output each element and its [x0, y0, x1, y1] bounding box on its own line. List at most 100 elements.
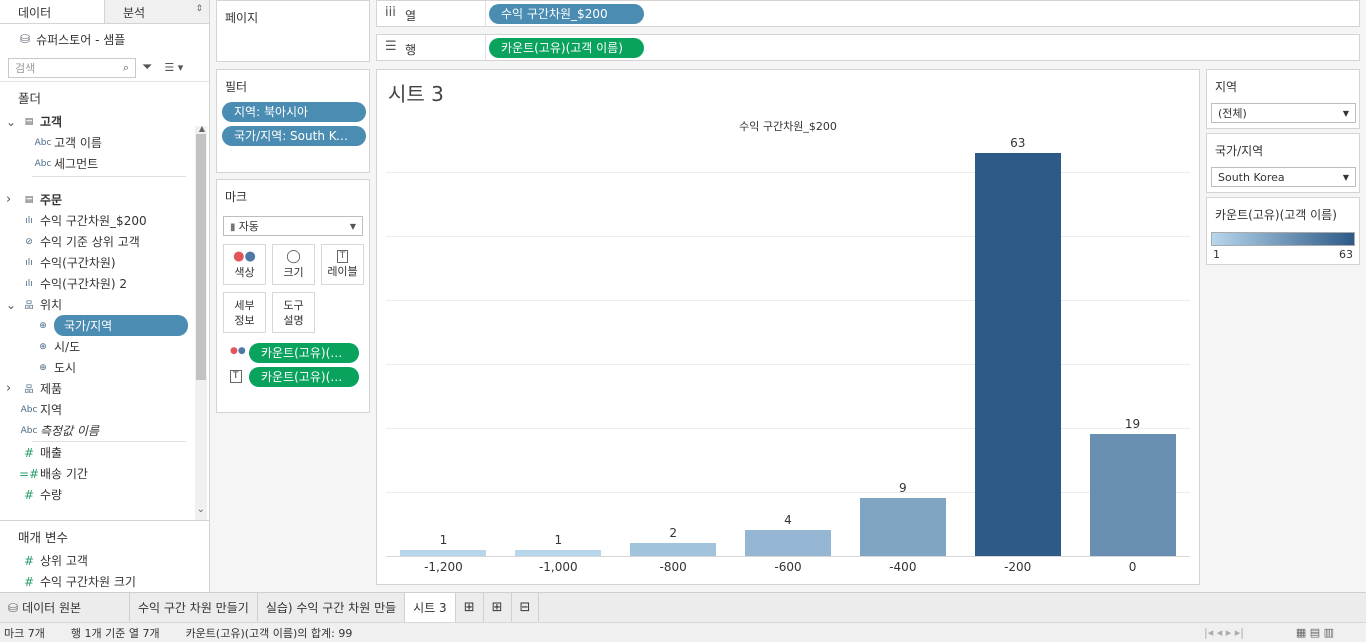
rows-icon: ☰ — [385, 39, 397, 54]
mark-type-dropdown[interactable]: ▮ 자동 ▼ — [223, 216, 363, 236]
chevron-right-icon[interactable]: › — [6, 192, 18, 207]
columns-pill[interactable]: 수익 구간차원_$200 — [489, 4, 644, 24]
new-dashboard-icon[interactable]: ⊞ — [484, 592, 512, 623]
field-item[interactable]: ılı 수익 구간차원_$200 — [0, 210, 190, 231]
field-item[interactable]: Abc 세그먼트 — [0, 153, 190, 174]
field-item[interactable]: › 品 제품 — [0, 378, 190, 399]
field-item[interactable]: ⊕ 도시 — [0, 357, 190, 378]
tab-data[interactable]: 데이터 — [0, 0, 105, 23]
tooltip-label: 도구 설명 — [283, 298, 304, 327]
folders-title: 폴더 — [18, 91, 42, 106]
tab-sheet[interactable]: 수익 구간 차원 만들기 — [130, 592, 258, 623]
field-label: 수익 구간차원_$200 — [40, 214, 147, 228]
new-worksheet-icon[interactable]: ⊞ — [456, 592, 484, 623]
chevron-right-icon[interactable]: › — [6, 381, 18, 396]
chevron-down-icon: ▼ — [1342, 172, 1349, 182]
label-button[interactable]: T 레이블 — [321, 244, 364, 285]
field-item[interactable]: ⊘ 수익 기준 상위 고객 — [0, 231, 190, 252]
datasource-row[interactable]: ⛁ 슈퍼스토어 - 샘플 — [0, 24, 209, 54]
x-tick-label: -1,000 — [538, 560, 578, 574]
tab-analysis[interactable]: 분석 ⇕ — [105, 0, 209, 23]
chart-bar[interactable] — [974, 152, 1061, 556]
field-item[interactable]: ılı 수익(구간차원) 2 — [0, 273, 190, 294]
field-item[interactable]: › ▤ 주문 — [0, 189, 190, 210]
country-filter-dropdown[interactable]: South Korea ▼ — [1211, 167, 1356, 187]
chevron-down-icon[interactable]: ⌄ — [6, 298, 18, 312]
datasource-tab-label: 데이터 원본 — [22, 601, 82, 615]
field-label: 배송 기간 — [40, 467, 88, 481]
parameter-item[interactable]: # 상위 고객 — [0, 550, 209, 571]
field-label: 위치 — [40, 298, 63, 312]
scroll-down-icon[interactable]: ⌄ — [197, 504, 205, 515]
field-label: 국가/지역 — [54, 315, 188, 336]
chart-bar[interactable] — [859, 498, 946, 556]
hierarchy-icon: 品 — [24, 385, 34, 395]
field-item[interactable]: Abc 지역 — [0, 399, 190, 420]
field-item[interactable]: ⌄ ▤ 고객 — [0, 111, 190, 132]
measure-icon: # — [23, 445, 35, 460]
search-icon: ⌕ — [122, 60, 129, 74]
pages-card: 페이지 — [216, 0, 370, 62]
detail-label: 세부 정보 — [234, 298, 255, 327]
scroll-up-icon[interactable]: ▲ — [199, 124, 205, 133]
color-button[interactable]: ●● 색상 — [223, 244, 266, 285]
chevron-down-icon[interactable]: ⌄ — [6, 115, 18, 129]
search-row: 검색 ⌕ ⏷ ☰ ▾ — [0, 54, 209, 82]
tab-sheet[interactable]: 실습) 수익 구간 차원 만들 — [258, 592, 406, 623]
field-item[interactable]: Abc 고객 이름 — [0, 132, 190, 153]
color-legend-card: 카운트(고유)(고객 이름) 1 63 — [1206, 197, 1360, 265]
color-gradient-bar — [1211, 232, 1355, 246]
field-item[interactable]: ⊕ 시/도 — [0, 336, 190, 357]
sheet-nav-icon[interactable]: |◂ ◂ ▸ ▸| — [1204, 626, 1244, 639]
filter-pill[interactable]: 국가/지역: South Kor.. — [222, 126, 366, 146]
field-label: 수량 — [40, 488, 63, 502]
rows-shelf: ☰ 행 카운트(고유)(고객 이름) — [376, 34, 1360, 61]
param-list: # 상위 고객 # 수익 구간차원 크기 — [0, 550, 209, 592]
country-filter-value: South Korea — [1218, 170, 1285, 184]
color-mark-pill[interactable]: 카운트(고유)(고.. — [249, 343, 359, 363]
view-list-icon[interactable]: ☰ ▾ — [164, 61, 183, 74]
color-icon: ●● — [233, 249, 256, 264]
scrollbar-thumb[interactable] — [196, 134, 206, 380]
parameter-item[interactable]: # 수익 구간차원 크기 — [0, 571, 209, 592]
filter-icon[interactable]: ⏷ — [142, 60, 152, 75]
pages-title: 페이지 — [225, 11, 259, 25]
chart-bar[interactable] — [630, 543, 717, 556]
params-title: 매개 변수 — [18, 530, 68, 545]
search-input[interactable]: 검색 ⌕ — [8, 57, 136, 78]
sheet-title[interactable]: 시트 3 — [388, 78, 444, 107]
field-label: 측정값 이름 — [40, 424, 100, 438]
chart-bar[interactable] — [745, 530, 831, 556]
field-item[interactable]: ılı 수익(구간차원) — [0, 252, 190, 273]
tab-datasource[interactable]: ⛁ 데이터 원본 — [0, 592, 130, 623]
tooltip-button[interactable]: 도구 설명 — [272, 292, 315, 333]
label-icon: T — [230, 370, 242, 383]
field-item[interactable]: # 수량 — [0, 484, 190, 505]
view-mode-icon[interactable]: ▦ ▤ ▥ — [1296, 626, 1334, 639]
field-item[interactable]: ⌄ 品 위치 — [0, 294, 190, 315]
rows-pill[interactable]: 카운트(고유)(고객 이름) — [489, 38, 644, 58]
field-label: 수익 기준 상위 고객 — [40, 235, 140, 249]
size-icon: ◯ — [286, 249, 301, 264]
field-item[interactable]: =# 배송 기간 — [0, 463, 190, 484]
tab-sheet-active[interactable]: 시트 3 — [405, 592, 456, 623]
chevron-down-icon: ▼ — [349, 221, 356, 231]
gridline — [386, 172, 1190, 173]
x-axis-line — [386, 556, 1190, 557]
x-tick-label: -400 — [889, 560, 917, 574]
size-button[interactable]: ◯ 크기 — [272, 244, 315, 285]
region-filter-dropdown[interactable]: (전체) ▼ — [1211, 103, 1356, 123]
field-item[interactable]: # 매출 — [0, 442, 190, 463]
field-item[interactable]: ⊕ 국가/지역 — [0, 315, 190, 336]
detail-button[interactable]: 세부 정보 — [223, 292, 266, 333]
filter-pill[interactable]: 지역: 북아시아 — [222, 102, 366, 122]
tab-arrows-icon[interactable]: ⇕ — [195, 4, 203, 14]
label-label: 레이블 — [327, 265, 358, 278]
mark-type-value: 자동 — [238, 220, 259, 233]
field-item[interactable]: Abc 측정값 이름 — [0, 420, 190, 441]
new-story-icon[interactable]: ⊟ — [512, 592, 540, 623]
abc-icon: Abc — [20, 404, 38, 415]
chart-bar[interactable] — [1089, 434, 1176, 556]
view-area — [376, 69, 1200, 585]
label-mark-pill[interactable]: 카운트(고유)(고.. — [249, 367, 359, 387]
